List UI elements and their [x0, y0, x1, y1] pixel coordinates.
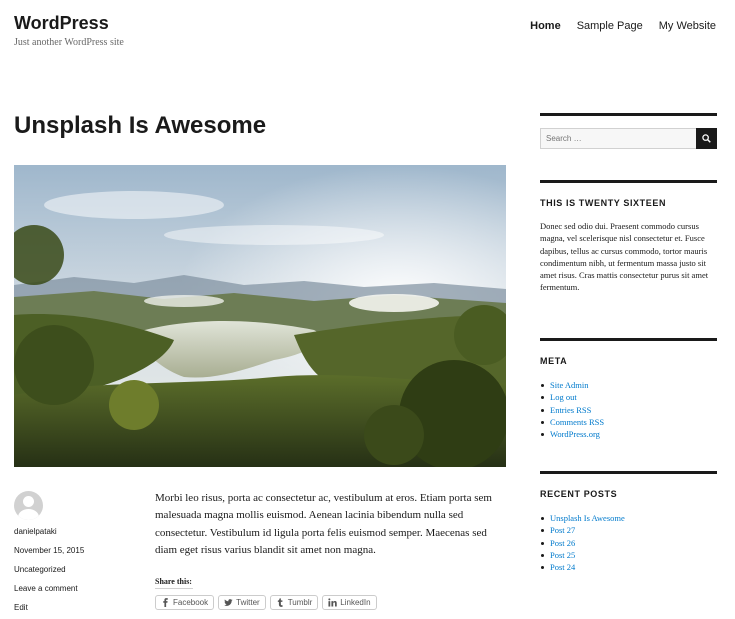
edit-link[interactable]: Edit [14, 603, 134, 612]
share-facebook-button[interactable]: Facebook [155, 595, 215, 610]
nav-item-sample-page[interactable]: Sample Page [577, 20, 643, 32]
site-title[interactable]: WordPress [14, 13, 109, 34]
list-item: Unsplash Is Awesome [540, 512, 717, 524]
text-widget-body: Donec sed odio dui. Praesent commodo cur… [540, 221, 709, 293]
post-title: Unsplash Is Awesome [14, 112, 267, 139]
tumblr-icon [277, 598, 283, 607]
list-item: Post 26 [540, 537, 717, 549]
recent-posts-widget: RECENT POSTS Unsplash Is Awesome Post 27… [540, 471, 717, 573]
category-link[interactable]: Uncategorized [14, 565, 134, 574]
share-linkedin-button[interactable]: LinkedIn [322, 595, 377, 610]
recent-post-link[interactable]: Post 25 [550, 550, 575, 560]
recent-post-link[interactable]: Unsplash Is Awesome [550, 513, 625, 523]
meta-link-wordpress-org[interactable]: WordPress.org [550, 429, 600, 439]
search-input[interactable] [540, 128, 696, 149]
share-buttons: Facebook Twitter Tumblr LinkedIn [155, 595, 505, 610]
share-section: Share this: Facebook Twitter Tumblr Link… [155, 577, 505, 610]
text-widget-title: THIS IS TWENTY SIXTEEN [540, 198, 667, 208]
share-facebook-label: Facebook [173, 598, 209, 607]
search-icon [702, 134, 711, 143]
nav-item-home[interactable]: Home [530, 20, 561, 32]
recent-post-link[interactable]: Post 26 [550, 538, 575, 548]
site-tagline: Just another WordPress site [14, 37, 124, 48]
list-item: Comments RSS [540, 416, 717, 428]
share-tumblr-button[interactable]: Tumblr [269, 595, 319, 610]
share-twitter-label: Twitter [236, 598, 260, 607]
text-widget: THIS IS TWENTY SIXTEEN Donec sed odio du… [540, 180, 717, 294]
meta-link-log-out[interactable]: Log out [550, 392, 577, 402]
meta-link-comments-rss[interactable]: Comments RSS [550, 417, 604, 427]
main-navigation: Home Sample Page My Website [530, 20, 716, 32]
post-featured-image[interactable] [14, 165, 506, 467]
share-linkedin-label: LinkedIn [340, 598, 371, 607]
facebook-icon [163, 598, 168, 607]
list-item: Post 27 [540, 524, 717, 536]
meta-widget-title: META [540, 356, 568, 366]
share-twitter-button[interactable]: Twitter [218, 595, 266, 610]
list-item: WordPress.org [540, 428, 717, 440]
search-button[interactable] [696, 128, 717, 149]
avatar[interactable] [14, 491, 43, 520]
linkedin-icon [328, 598, 338, 607]
author-link[interactable]: danielpataki [14, 527, 134, 536]
twitter-icon [224, 599, 233, 606]
meta-widget: META Site Admin Log out Entries RSS Comm… [540, 338, 717, 440]
share-title: Share this: [155, 577, 193, 589]
post-content: Morbi leo risus, porta ac consectetur ac… [155, 492, 492, 556]
list-item: Post 24 [540, 561, 717, 573]
meta-links-list: Site Admin Log out Entries RSS Comments … [540, 379, 717, 440]
share-tumblr-label: Tumblr [287, 598, 313, 607]
search-form [540, 128, 717, 149]
landscape-image [14, 165, 506, 467]
list-item: Log out [540, 391, 717, 403]
recent-posts-list: Unsplash Is Awesome Post 27 Post 26 Post… [540, 512, 717, 573]
nav-item-my-website[interactable]: My Website [659, 20, 716, 32]
list-item: Post 25 [540, 549, 717, 561]
entry-meta: danielpataki November 15, 2015 Uncategor… [14, 491, 134, 619]
list-item: Entries RSS [540, 404, 717, 416]
leave-comment-link[interactable]: Leave a comment [14, 584, 134, 593]
site-header: WordPress Just another WordPress site Ho… [0, 0, 735, 60]
meta-link-site-admin[interactable]: Site Admin [550, 380, 589, 390]
meta-link-entries-rss[interactable]: Entries RSS [550, 405, 591, 415]
list-item: Site Admin [540, 379, 717, 391]
post-date-link[interactable]: November 15, 2015 [14, 546, 134, 555]
search-widget [540, 113, 717, 149]
recent-post-link[interactable]: Post 24 [550, 562, 575, 572]
recent-post-link[interactable]: Post 27 [550, 525, 575, 535]
recent-posts-title: RECENT POSTS [540, 489, 618, 499]
